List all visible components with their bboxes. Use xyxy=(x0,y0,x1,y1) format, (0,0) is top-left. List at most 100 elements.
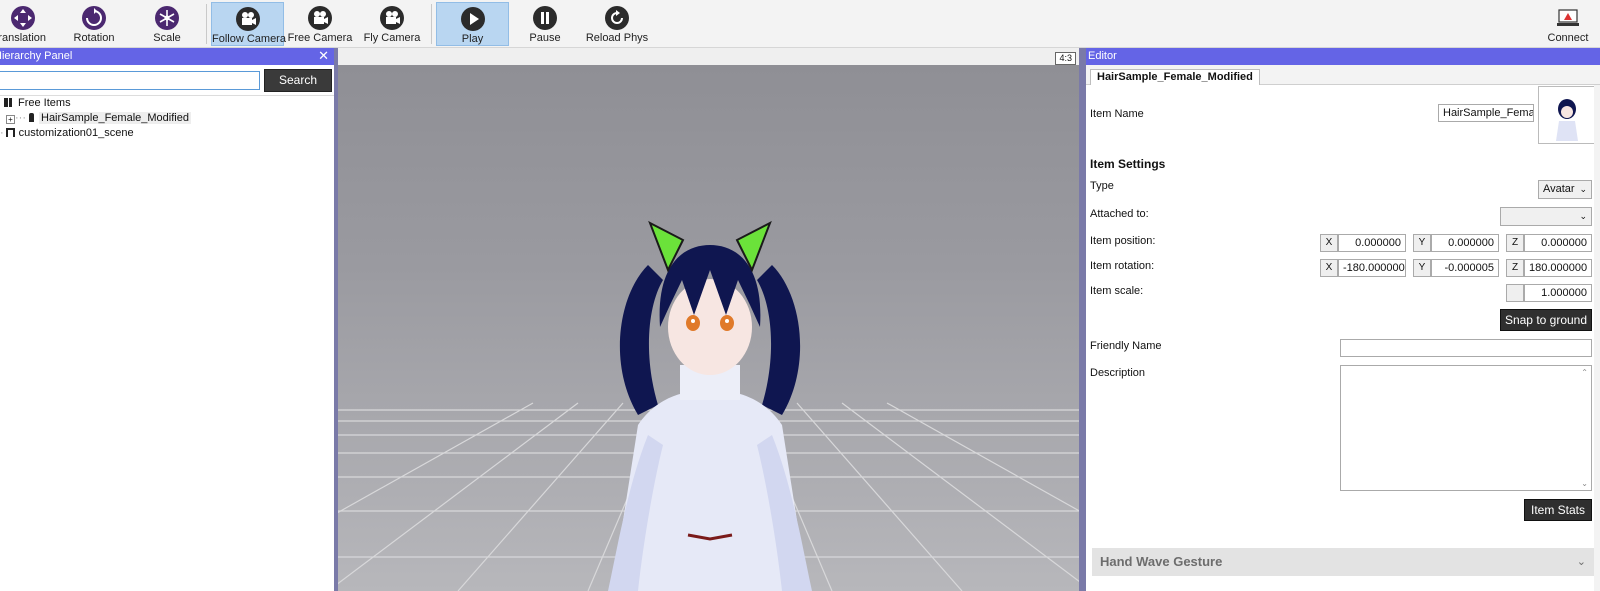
scene-viewport[interactable]: 4:3 xyxy=(338,48,1082,591)
type-dropdown[interactable]: Avatar ⌄ xyxy=(1538,180,1592,199)
reload-phys-label: Reload Phys xyxy=(585,32,649,44)
play-button[interactable]: Play xyxy=(436,2,509,46)
editor-panel-header: Editor xyxy=(1086,48,1600,65)
pause-button[interactable]: Pause xyxy=(515,2,575,46)
connect-button[interactable]: Connect xyxy=(1540,2,1596,46)
rotation-y-axis: Y xyxy=(1413,259,1431,277)
free-camera-label: Free Camera xyxy=(287,32,353,44)
reload-phys-button[interactable]: Reload Phys xyxy=(583,2,651,46)
scene-icon xyxy=(5,128,15,137)
position-y-field[interactable]: 0.000000 xyxy=(1431,234,1499,252)
scale-field[interactable]: 1.000000 xyxy=(1524,284,1592,302)
search-input[interactable] xyxy=(0,71,260,90)
rotation-z-field[interactable]: 180.000000 xyxy=(1524,259,1592,277)
item-scale-label: Item scale: xyxy=(1090,285,1144,297)
tree-item-label: Free Items xyxy=(18,97,71,109)
camera-icon xyxy=(235,7,260,31)
scroll-up-icon[interactable]: ⌃ xyxy=(1581,368,1588,377)
tree-item-scene[interactable]: · customization01_scene xyxy=(0,127,134,139)
scale-label: Scale xyxy=(153,32,181,44)
pause-label: Pause xyxy=(529,32,561,44)
tree-item-free-items[interactable]: Free Items xyxy=(4,97,71,109)
rotation-label: Rotation xyxy=(73,32,115,44)
description-label: Description xyxy=(1090,367,1146,379)
close-icon[interactable]: ✕ xyxy=(318,48,329,64)
translation-label: Translation xyxy=(0,32,47,44)
fly-camera-label: Fly Camera xyxy=(363,32,421,44)
translation-icon xyxy=(11,6,35,30)
tree-item-label: HairSample_Female_Modified xyxy=(39,112,191,124)
divider xyxy=(0,95,336,96)
position-x-field[interactable]: 0.000000 xyxy=(1338,234,1406,252)
scale-lock-toggle[interactable] xyxy=(1506,284,1524,302)
scale-icon xyxy=(155,6,179,30)
editor-panel-title: Editor xyxy=(1088,50,1117,62)
position-z-field[interactable]: 0.000000 xyxy=(1524,234,1592,252)
description-field[interactable]: ⌃ ⌄ xyxy=(1340,365,1592,491)
camera-icon xyxy=(380,6,404,30)
play-icon xyxy=(460,7,485,31)
rotation-button[interactable]: Rotation xyxy=(64,2,124,46)
connect-icon xyxy=(1557,9,1579,26)
item-rotation-label: Item rotation: xyxy=(1090,260,1155,272)
friendly-name-label: Friendly Name xyxy=(1090,340,1162,352)
scrollbar[interactable] xyxy=(1594,85,1600,591)
item-stats-button[interactable]: Item Stats xyxy=(1524,499,1592,521)
rotation-y-field[interactable]: -0.000005 xyxy=(1431,259,1499,277)
item-name-field[interactable]: HairSample_Female_Modified xyxy=(1438,104,1534,122)
viewport-header: 4:3 xyxy=(338,48,1082,65)
folder-icon xyxy=(4,98,12,107)
hierarchy-panel-header: Hierarchy Panel ✕ xyxy=(0,48,336,65)
attached-to-dropdown[interactable]: ⌄ xyxy=(1500,207,1592,226)
play-label: Play xyxy=(461,33,484,45)
hand-wave-gesture-section[interactable]: Hand Wave Gesture ⌄ xyxy=(1092,548,1594,576)
friendly-name-field[interactable] xyxy=(1340,339,1592,357)
tree-item-hair-sample[interactable]: + ··· HairSample_Female_Modified xyxy=(6,112,191,124)
search-button[interactable]: Search xyxy=(264,69,332,92)
scale-button[interactable]: Scale xyxy=(137,2,197,46)
chevron-down-icon: ⌄ xyxy=(1576,556,1586,568)
rotation-x-axis: X xyxy=(1320,259,1338,277)
tree-item-label: customization01_scene xyxy=(18,127,134,139)
hierarchy-panel-title: Hierarchy Panel xyxy=(0,50,73,62)
reload-icon xyxy=(605,6,629,30)
editor-tab-strip: HairSample_Female_Modified xyxy=(1086,65,1600,85)
free-camera-button[interactable]: Free Camera xyxy=(286,2,354,46)
scene-render xyxy=(338,220,1082,591)
translation-button[interactable]: Translation xyxy=(0,2,46,46)
follow-camera-button[interactable]: Follow Camera xyxy=(211,2,286,46)
fly-camera-button[interactable]: Fly Camera xyxy=(358,2,426,46)
section-title: Hand Wave Gesture xyxy=(1100,554,1223,569)
position-z-axis: Z xyxy=(1506,234,1524,252)
panel-splitter[interactable] xyxy=(1079,48,1086,591)
item-settings-heading: Item Settings xyxy=(1090,157,1166,171)
item-thumbnail xyxy=(1538,86,1596,144)
item-position-label: Item position: xyxy=(1090,235,1156,247)
connect-label: Connect xyxy=(1547,32,1589,44)
expand-icon[interactable]: + xyxy=(6,115,15,124)
scroll-down-icon[interactable]: ⌄ xyxy=(1581,479,1588,488)
snap-to-ground-button[interactable]: Snap to ground xyxy=(1500,309,1592,331)
item-name-label: Item Name xyxy=(1090,108,1144,120)
hierarchy-panel: Hierarchy Panel ✕ Search Free Items + ···… xyxy=(0,48,336,591)
avatar-thumbnail-image xyxy=(1556,99,1578,141)
avatar-icon xyxy=(29,113,34,122)
pause-icon xyxy=(533,6,557,30)
position-x-axis: X xyxy=(1320,234,1338,252)
main-toolbar: Translation Rotation Scale Follow Camera xyxy=(0,0,1600,48)
toolbar-separator xyxy=(431,4,432,44)
editor-panel: Editor HairSample_Female_Modified Item N… xyxy=(1086,48,1600,591)
toolbar-separator xyxy=(206,4,207,44)
chevron-down-icon: ⌄ xyxy=(1579,211,1587,221)
camera-icon xyxy=(308,6,332,30)
rotation-x-field[interactable]: -180.000000 xyxy=(1338,259,1406,277)
rotation-icon xyxy=(82,6,106,30)
tab-hair-sample[interactable]: HairSample_Female_Modified xyxy=(1090,69,1260,85)
avatar-character xyxy=(608,220,812,591)
type-dropdown-value: Avatar xyxy=(1543,183,1575,195)
type-label: Type xyxy=(1090,180,1114,192)
attached-to-label: Attached to: xyxy=(1090,208,1149,220)
follow-camera-label: Follow Camera xyxy=(212,33,286,45)
chevron-down-icon: ⌄ xyxy=(1579,184,1587,194)
aspect-ratio-badge[interactable]: 4:3 xyxy=(1055,52,1076,65)
